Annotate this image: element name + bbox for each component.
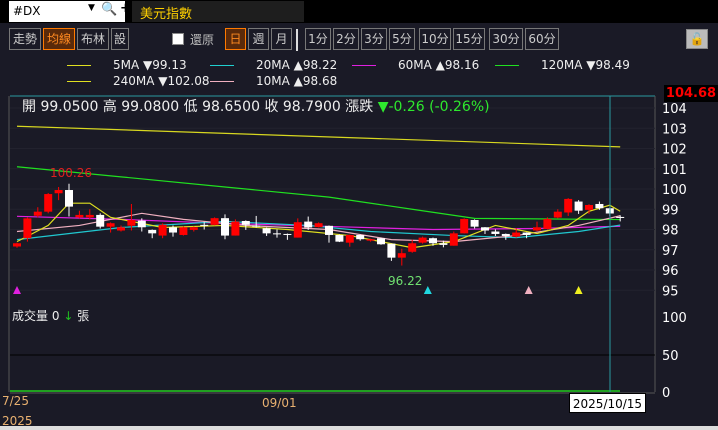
candle-body — [335, 234, 344, 242]
price-tick-label: 98 — [662, 224, 679, 239]
candle-body — [273, 233, 281, 235]
change-value: ▼-0.26 (-0.26%) — [377, 99, 490, 115]
candle-body — [283, 233, 292, 235]
volume-label: 成交量 — [12, 309, 49, 323]
open-label: 開 — [22, 99, 36, 115]
candle-body — [564, 198, 573, 213]
close-value: 98.7900 — [282, 99, 341, 115]
candle-body — [13, 243, 21, 247]
candle-body — [169, 227, 177, 233]
price-tick-label: 95 — [662, 284, 679, 299]
price-tick-label: 101 — [662, 163, 687, 178]
volume-tick-label: 0 — [662, 386, 670, 401]
candle-body — [200, 224, 209, 226]
candle-body — [408, 243, 417, 252]
price-tick-label: 104 — [662, 102, 687, 117]
cursor-date-tooltip: 2025/10/15 — [569, 393, 646, 413]
candle-body — [127, 219, 136, 226]
candle-body — [356, 234, 365, 240]
candle-body — [553, 211, 562, 218]
volume-tick-label: 100 — [662, 311, 687, 326]
candle-body — [377, 238, 385, 245]
candle-body — [325, 225, 333, 235]
candle-body — [210, 218, 219, 225]
candle-body — [522, 232, 531, 235]
volume-value: 0 — [51, 309, 60, 323]
candle-body — [501, 233, 510, 236]
price-tick-label: 99 — [662, 203, 679, 218]
x-label-mid: 09/01 — [262, 396, 297, 410]
candle-body — [481, 227, 489, 231]
change-label: 漲跌 — [345, 99, 374, 115]
candle-body — [387, 243, 396, 258]
candle-body — [65, 190, 73, 207]
current-price-badge: 104.68 — [664, 85, 718, 102]
bottom-strip — [0, 426, 718, 430]
candle-body — [158, 224, 167, 236]
candle-body — [512, 232, 521, 237]
price-chart[interactable]: 104 103 102 101 100 99 98 97 96 95 100 50 0 — [0, 0, 718, 430]
candle-body — [418, 237, 427, 243]
candle-body — [429, 238, 437, 244]
candle-body — [293, 222, 302, 238]
down-arrow-icon: ↓ — [63, 309, 74, 323]
plot-area — [10, 95, 655, 392]
candle-body — [262, 228, 271, 234]
candle-body — [314, 223, 323, 228]
candle-body — [252, 225, 261, 227]
candle-body — [106, 223, 115, 227]
candle-body — [54, 190, 63, 194]
candle-body — [595, 203, 604, 209]
candle-body — [397, 253, 406, 258]
candle-body — [231, 221, 240, 236]
candle-body — [148, 229, 157, 234]
candle-body — [75, 214, 84, 218]
high-value: 99.0800 — [121, 99, 180, 115]
candle-body — [345, 234, 354, 243]
high-annotation: 100.26 — [50, 166, 92, 180]
candle-body — [85, 214, 94, 218]
price-tick-label: 100 — [662, 183, 687, 198]
candle-body — [491, 231, 500, 234]
price-tick-label: 96 — [662, 264, 679, 279]
candle-body — [470, 219, 479, 227]
candle-body — [189, 227, 198, 230]
candle-body — [449, 233, 458, 246]
candle-body — [241, 220, 250, 225]
candle-body — [304, 221, 313, 228]
candle-body — [96, 214, 105, 227]
x-label-start: 7/25 — [2, 394, 29, 408]
candle-body — [179, 227, 188, 235]
ohlc-readout: 開 99.0500 高 99.0800 低 98.6500 收 98.7900 … — [22, 96, 490, 116]
candle-body — [221, 218, 229, 236]
candle-body — [366, 239, 375, 241]
low-value: 98.6500 — [202, 99, 260, 115]
price-tick-label: 97 — [662, 244, 679, 259]
candle-body — [44, 194, 53, 212]
volume-readout: 成交量 0 ↓ 張 — [12, 307, 89, 324]
candle-body — [585, 204, 593, 210]
volume-unit: 張 — [77, 309, 90, 323]
candle-body — [574, 201, 583, 211]
low-annotation: 96.22 — [388, 274, 423, 288]
candle-body — [33, 211, 42, 216]
candle-body — [137, 220, 146, 228]
low-label: 低 — [183, 99, 198, 115]
candle-body — [533, 227, 541, 231]
volume-tick-label: 50 — [662, 349, 679, 364]
price-tick-label: 103 — [662, 122, 687, 137]
open-value: 99.0500 — [40, 99, 99, 115]
candle-body — [23, 218, 32, 239]
candle-body — [117, 227, 125, 231]
close-label: 收 — [264, 99, 279, 115]
candle-body — [460, 218, 469, 234]
candle-body — [616, 216, 625, 218]
candle-body — [439, 243, 448, 245]
high-label: 高 — [102, 99, 117, 115]
price-tick-label: 102 — [662, 143, 687, 158]
candle-body — [543, 218, 552, 229]
